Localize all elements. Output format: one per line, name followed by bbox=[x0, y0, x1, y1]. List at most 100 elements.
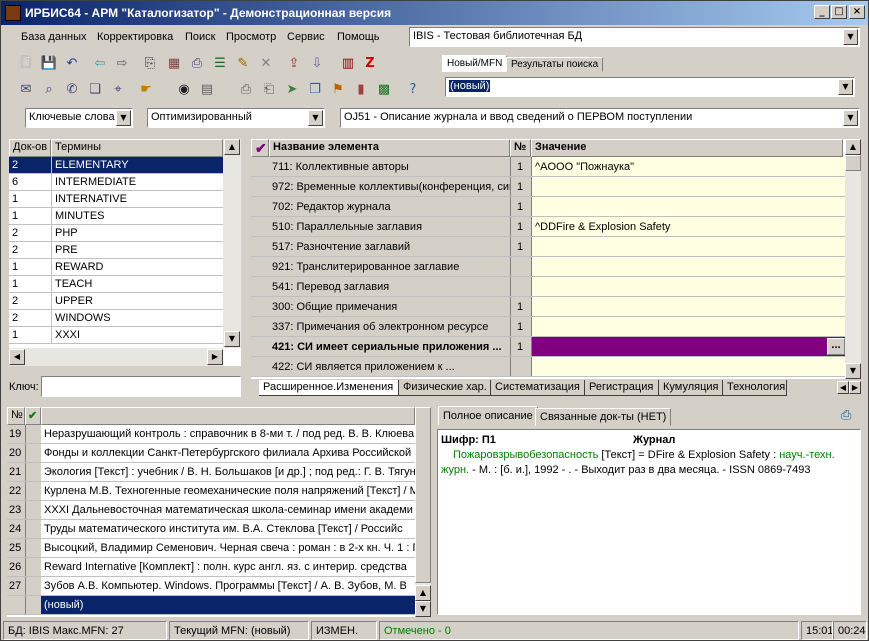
record-text[interactable]: Высоцкий, Владимир Семенович. Черная све… bbox=[41, 539, 415, 557]
minimize-button[interactable]: _ bbox=[814, 5, 830, 19]
record-row[interactable]: 26 Reward Internative [Комплект] : полн. … bbox=[7, 558, 415, 577]
row-marker[interactable] bbox=[251, 257, 269, 276]
record-row[interactable]: 24 Труды математического института им. В.… bbox=[7, 520, 415, 539]
record-text[interactable]: Экология [Текст] : учебник / В. Н. Больш… bbox=[41, 463, 415, 481]
hand-icon[interactable]: ☛ bbox=[137, 81, 155, 99]
element-name[interactable]: 702: Редактор журнала bbox=[269, 197, 510, 216]
record-row[interactable]: 20 Фонды и коллекции Санкт-Петербургского… bbox=[7, 444, 415, 463]
element-name[interactable]: 517: Разночтение заглавий bbox=[269, 237, 510, 256]
record-row[interactable]: 23 XXXI Дальневосточная математическая шк… bbox=[7, 501, 415, 520]
editor-row[interactable]: 337: Примечания об электронном ресурсе 1 bbox=[251, 317, 845, 337]
element-value[interactable] bbox=[531, 337, 845, 356]
chevron-down-icon[interactable]: ▼ bbox=[843, 29, 858, 45]
dictionary-row[interactable]: 2 UPPER bbox=[9, 293, 223, 310]
editor-row[interactable]: 300: Общие примечания 1 bbox=[251, 297, 845, 317]
row-marker[interactable] bbox=[251, 317, 269, 336]
print2-icon[interactable]: ⎙ bbox=[237, 81, 255, 99]
element-name[interactable]: 972: Временные коллективы(конференция, с… bbox=[269, 177, 510, 196]
tab-search-results[interactable]: Результаты поиска bbox=[506, 57, 604, 72]
forward-icon[interactable]: ➤ bbox=[283, 81, 301, 99]
editor-row[interactable]: 972: Временные коллективы(конференция, с… bbox=[251, 177, 845, 197]
chevron-down-icon[interactable]: ▼ bbox=[843, 110, 858, 126]
row-marker[interactable] bbox=[251, 217, 269, 236]
editor-tab[interactable]: Регистрация bbox=[585, 380, 659, 396]
dictionary-row[interactable]: 1 TEACH bbox=[9, 276, 223, 293]
editor-row[interactable]: 517: Разночтение заглавий 1 bbox=[251, 237, 845, 257]
dictionary-row[interactable]: 1 XXXI bbox=[9, 327, 223, 344]
element-name[interactable]: 541: Перевод заглавия bbox=[269, 277, 510, 296]
menu-service[interactable]: Сервис bbox=[287, 31, 325, 43]
menu-database[interactable]: База данных bbox=[21, 31, 87, 43]
comment-icon[interactable]: ✉ bbox=[17, 81, 35, 99]
element-value[interactable]: ^DDFire & Explosion Safety bbox=[531, 217, 845, 236]
row-marker[interactable] bbox=[251, 197, 269, 216]
pages-icon[interactable]: ❐ bbox=[306, 81, 324, 99]
export-icon[interactable]: ⇪ bbox=[285, 55, 303, 73]
element-value[interactable] bbox=[531, 357, 845, 376]
editor-row[interactable]: 421: СИ имеет сериальные приложения ... 1… bbox=[251, 337, 845, 357]
record-check[interactable] bbox=[25, 482, 41, 500]
element-name[interactable]: 421: СИ имеет сериальные приложения ... bbox=[269, 337, 510, 356]
tree-icon[interactable]: ☰ bbox=[211, 55, 229, 73]
worksheet-select[interactable]: OJ51 - Описание журнала и ввод сведений … bbox=[340, 108, 860, 128]
dictionary-hscroll[interactable]: ◀ ▶ bbox=[9, 348, 223, 366]
view-icon[interactable]: ◉ bbox=[175, 81, 193, 99]
chevron-down-icon[interactable]: ▼ bbox=[308, 110, 323, 126]
record-text[interactable]: (новый) bbox=[41, 596, 415, 614]
record-text[interactable]: XXXI Дальневосточная математическая школ… bbox=[41, 501, 415, 519]
element-value[interactable] bbox=[531, 177, 845, 196]
new-record-icon[interactable]: 🗋 bbox=[17, 55, 35, 73]
element-value[interactable] bbox=[531, 277, 845, 296]
records-vscroll[interactable]: ▲ ▼ bbox=[415, 407, 431, 617]
record-row[interactable]: 27 Зубов А.В. Компьютер. Windows. Програм… bbox=[7, 577, 415, 596]
close-button[interactable]: × bbox=[849, 5, 865, 19]
menu-search[interactable]: Поиск bbox=[185, 31, 215, 43]
record-row[interactable]: 22 Курлена М.В. Техногенные геомеханическ… bbox=[7, 482, 415, 501]
dictionary-header-count[interactable]: Док-ов bbox=[9, 139, 51, 157]
element-name[interactable]: 422: СИ является приложением к ... bbox=[269, 357, 510, 376]
record-select[interactable]: (новый) ▼ bbox=[445, 77, 855, 97]
record-check[interactable] bbox=[25, 558, 41, 576]
row-marker[interactable] bbox=[251, 157, 269, 176]
dictionary-row[interactable]: 1 MINUTES bbox=[9, 208, 223, 225]
dictionary-header-term[interactable]: Термины bbox=[51, 139, 223, 157]
tab-new-mfn[interactable]: Новый/MFN bbox=[442, 55, 508, 72]
scroll-up-icon[interactable]: ▲ bbox=[415, 585, 431, 601]
record-text[interactable]: Курлена М.В. Техногенные геомеханические… bbox=[41, 482, 415, 500]
record-check[interactable] bbox=[25, 463, 41, 481]
record-text[interactable]: Труды математического института им. В.А.… bbox=[41, 520, 415, 538]
record-check[interactable] bbox=[25, 577, 41, 595]
record-check[interactable] bbox=[25, 520, 41, 538]
dictionary-row[interactable]: 2 WINDOWS bbox=[9, 310, 223, 327]
menu-view[interactable]: Просмотр bbox=[226, 31, 276, 43]
record-check[interactable] bbox=[25, 444, 41, 462]
record-row[interactable]: 19 Неразрушающий контроль : справочник в … bbox=[7, 425, 415, 444]
search-mode-select[interactable]: Ключевые слова ▼ bbox=[25, 108, 133, 128]
element-value[interactable] bbox=[531, 197, 845, 216]
record-text[interactable]: Зубов А.В. Компьютер. Windows. Программы… bbox=[41, 577, 415, 595]
row-marker[interactable] bbox=[251, 297, 269, 316]
check-header-icon[interactable]: ✔ bbox=[251, 139, 269, 157]
editor-header-name[interactable]: Название элемента bbox=[269, 139, 510, 157]
record-check[interactable] bbox=[25, 425, 41, 443]
element-value[interactable] bbox=[531, 297, 845, 316]
record-text[interactable]: Неразрушающий контроль : справочник в 8-… bbox=[41, 425, 415, 443]
editor-tab[interactable]: Технология bbox=[723, 380, 787, 396]
dictionary-row[interactable]: 2 PHP bbox=[9, 225, 223, 242]
database-select[interactable]: IBIS - Тестовая библиотечная БД ▼ bbox=[409, 27, 860, 47]
element-name[interactable]: 711: Коллективные авторы bbox=[269, 157, 510, 176]
dictionary-vscroll[interactable]: ▲ ▼ bbox=[223, 139, 241, 348]
scroll-thumb[interactable] bbox=[845, 155, 861, 171]
editor-row[interactable]: 711: Коллективные авторы 1 ^AOOO "Пожнаука… bbox=[251, 157, 845, 177]
row-marker[interactable] bbox=[251, 277, 269, 296]
mail-icon[interactable]: ✆ bbox=[63, 81, 81, 99]
stamp-icon[interactable]: ⚑ bbox=[329, 81, 347, 99]
next-record-icon[interactable]: ⇨ bbox=[113, 55, 131, 73]
record-check[interactable] bbox=[25, 501, 41, 519]
delete-icon[interactable]: ✕ bbox=[257, 55, 275, 73]
element-value[interactable] bbox=[531, 317, 845, 336]
print-icon[interactable]: ⎙ bbox=[188, 55, 206, 73]
editor-tab[interactable]: Расширенное.Изменения bbox=[259, 380, 399, 396]
app-icon[interactable] bbox=[5, 5, 21, 21]
copy2-icon[interactable]: ⎗ bbox=[260, 81, 278, 99]
